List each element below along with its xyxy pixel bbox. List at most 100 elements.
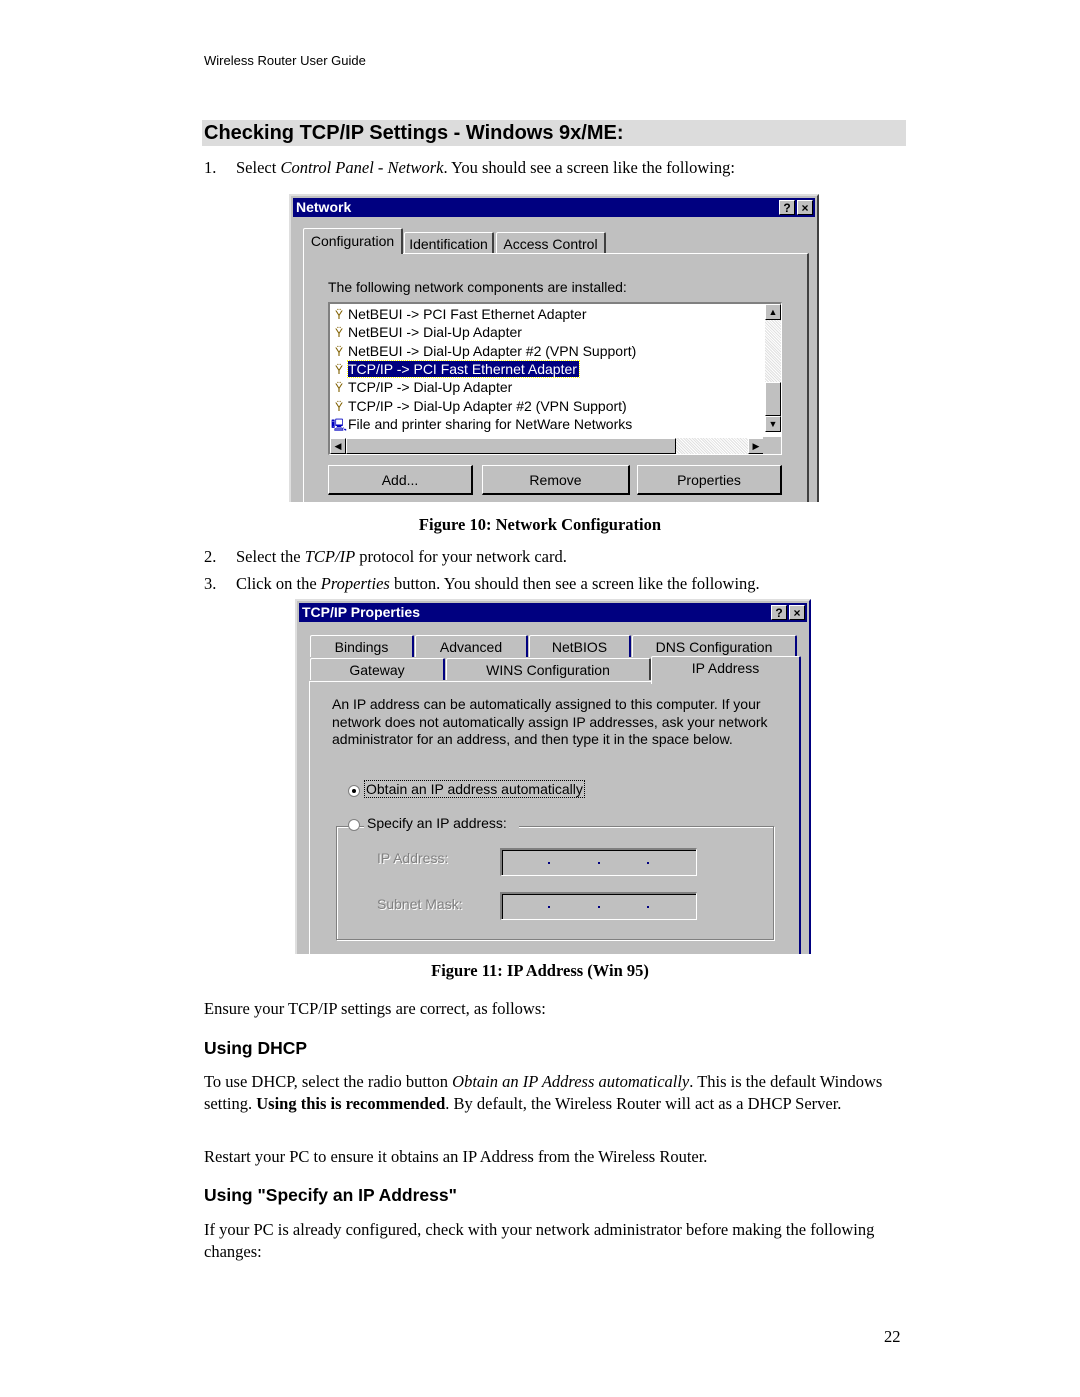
specify-ip-label[interactable]: Specify an IP address:: [364, 815, 519, 831]
list-item[interactable]: Ÿ NetBEUI -> Dial-Up Adapter #2 (VPN Supp…: [330, 342, 636, 360]
ip-address-field[interactable]: [500, 848, 697, 876]
list-item[interactable]: Ÿ TCP/IP -> Dial-Up Adapter #2 (VPN Suppo…: [330, 397, 627, 415]
dhcp-paragraph: To use DHCP, select the radio button Obt…: [204, 1071, 904, 1114]
ip-separator: [598, 906, 600, 908]
properties-button[interactable]: Properties: [637, 465, 782, 495]
scrollbar-thumb[interactable]: [765, 382, 781, 416]
h-scrollbar-thumb[interactable]: [346, 438, 676, 454]
tab-dns-configuration[interactable]: DNS Configuration: [632, 635, 797, 657]
button-label: Add...: [381, 472, 419, 488]
tab-panel: An IP address can be automatically assig…: [309, 681, 801, 954]
step-text: . You should see a screen like the follo…: [443, 158, 735, 177]
tab-wins-configuration[interactable]: WINS Configuration: [446, 658, 651, 680]
scroll-up-button[interactable]: ▲: [765, 304, 781, 320]
list-item-label: NetBEUI -> Dial-Up Adapter: [348, 324, 522, 341]
strong: Using this is recommended: [256, 1093, 446, 1113]
figure-10-caption: Figure 10: Network Configuration: [418, 515, 662, 534]
step-number: 1.: [204, 158, 217, 177]
h-scrollbar-track[interactable]: [676, 438, 748, 454]
network-protocol-icon: Ÿ: [334, 344, 343, 359]
step-text: protocol for your network card.: [355, 547, 567, 566]
list-item[interactable]: Ÿ NetBEUI -> Dial-Up Adapter: [330, 323, 522, 341]
emphasis: Obtain an IP Address automatically: [452, 1072, 690, 1091]
network-protocol-icon: Ÿ: [334, 399, 343, 414]
scrollbar-track[interactable]: [765, 320, 781, 382]
button-label: Remove: [529, 472, 582, 488]
running-head: Wireless Router User Guide: [204, 53, 366, 68]
step-emphasis: TCP/IP: [304, 547, 356, 566]
list-item-label: NetBEUI -> Dial-Up Adapter #2 (VPN Suppo…: [348, 342, 637, 359]
list-item[interactable]: Ÿ TCP/IP -> Dial-Up Adapter: [330, 378, 512, 396]
ip-description: An IP address can be automatically assig…: [332, 696, 768, 747]
tcpip-properties-dialog: TCP/IP Properties ? × Bindings Advanced …: [295, 599, 811, 954]
list-item-label: TCP/IP -> Dial-Up Adapter #2 (VPN Suppor…: [348, 397, 627, 414]
page-number: 22: [884, 1327, 901, 1346]
list-item-label: File and printer sharing for NetWare Net…: [348, 415, 633, 432]
step-number: 3.: [204, 574, 217, 593]
tab-bindings[interactable]: Bindings: [310, 635, 414, 657]
tab-configuration[interactable]: Configuration: [303, 228, 403, 254]
list-item[interactable]: 🖳File and printer sharing for NetWare Ne…: [330, 415, 632, 433]
dialog-title: TCP/IP Properties: [302, 604, 421, 620]
subnet-mask-label: Subnet Mask:: [377, 896, 463, 912]
section-title: Checking TCP/IP Settings - Windows 9x/ME…: [202, 120, 906, 146]
specify-ip-radio[interactable]: [348, 819, 360, 831]
list-item[interactable]: Ÿ NetBEUI -> PCI Fast Ethernet Adapter: [330, 305, 587, 323]
help-button[interactable]: ?: [771, 605, 787, 620]
components-listbox[interactable]: Ÿ NetBEUI -> PCI Fast Ethernet Adapter Ÿ Ne…: [328, 302, 782, 455]
close-button[interactable]: ×: [797, 200, 813, 215]
tab-identification[interactable]: Identification: [404, 232, 494, 254]
step-text: Select: [236, 158, 281, 177]
specify-paragraph: If your PC is already configured, check …: [204, 1220, 875, 1261]
tab-advanced[interactable]: Advanced: [415, 635, 528, 657]
tab-ip-address[interactable]: IP Address: [651, 656, 801, 684]
close-button[interactable]: ×: [789, 605, 805, 620]
list-item-label: TCP/IP -> PCI Fast Ethernet Adapter: [347, 359, 580, 378]
add-button[interactable]: Add...: [328, 465, 473, 495]
step-text: Click on the: [236, 574, 321, 593]
scroll-corner: [763, 437, 781, 454]
specify-ip-groupbox: [336, 826, 774, 940]
ip-separator: [647, 906, 649, 908]
obtain-auto-label[interactable]: Obtain an IP address automatically: [364, 780, 585, 798]
computer-sharing-icon: 🖳: [330, 417, 347, 432]
scroll-left-button[interactable]: ◀: [330, 438, 346, 454]
button-label: Properties: [677, 472, 741, 488]
text: . By default, the Wireless Router will a…: [445, 1093, 842, 1113]
dialog-titlebar: Network ? ×: [293, 198, 815, 217]
dialog-title: Network: [296, 199, 352, 215]
tab-netbios[interactable]: NetBIOS: [529, 635, 631, 657]
step-emphasis: Properties: [320, 574, 390, 593]
ip-separator: [548, 862, 550, 864]
dialog-titlebar: TCP/IP Properties ? ×: [299, 603, 807, 622]
network-dialog: Network ? × Configuration Identification…: [289, 194, 819, 502]
step-text: button. You should then see a screen lik…: [389, 574, 760, 593]
help-button[interactable]: ?: [779, 200, 795, 215]
restart-paragraph: Restart your PC to ensure it obtains an …: [204, 1147, 708, 1166]
step-emphasis: Control Panel - Network: [280, 158, 444, 177]
network-protocol-icon: Ÿ: [334, 381, 343, 396]
step-number: 2.: [204, 547, 217, 566]
ip-address-label: IP Address:: [377, 850, 449, 866]
tab-panel: The following network components are ins…: [303, 253, 809, 502]
components-label: The following network components are ins…: [328, 279, 627, 295]
specify-heading: Using "Specify an IP Address": [204, 1185, 457, 1205]
list-item-label: NetBEUI -> PCI Fast Ethernet Adapter: [348, 306, 587, 322]
dhcp-heading: Using DHCP: [204, 1038, 308, 1058]
subnet-mask-field[interactable]: [500, 892, 697, 920]
list-item-label: TCP/IP -> Dial-Up Adapter: [348, 379, 513, 396]
network-protocol-icon: Ÿ: [334, 308, 343, 322]
network-protocol-icon: Ÿ: [334, 362, 343, 377]
tab-gateway[interactable]: Gateway: [310, 658, 445, 680]
ip-separator: [598, 862, 600, 864]
remove-button[interactable]: Remove: [482, 465, 630, 495]
ip-separator: [647, 862, 649, 864]
tab-access-control[interactable]: Access Control: [496, 232, 606, 254]
list-item[interactable]: Ÿ TCP/IP -> PCI Fast Ethernet Adapter: [330, 359, 580, 378]
radio-label-text: Obtain an IP address automatically: [366, 781, 583, 797]
obtain-auto-radio[interactable]: [348, 785, 360, 797]
scroll-right-button[interactable]: ▶: [748, 438, 764, 454]
scroll-down-button[interactable]: ▼: [765, 416, 781, 432]
figure-11-caption: Figure 11: IP Address (Win 95): [431, 961, 649, 980]
ip-separator: [548, 906, 550, 908]
